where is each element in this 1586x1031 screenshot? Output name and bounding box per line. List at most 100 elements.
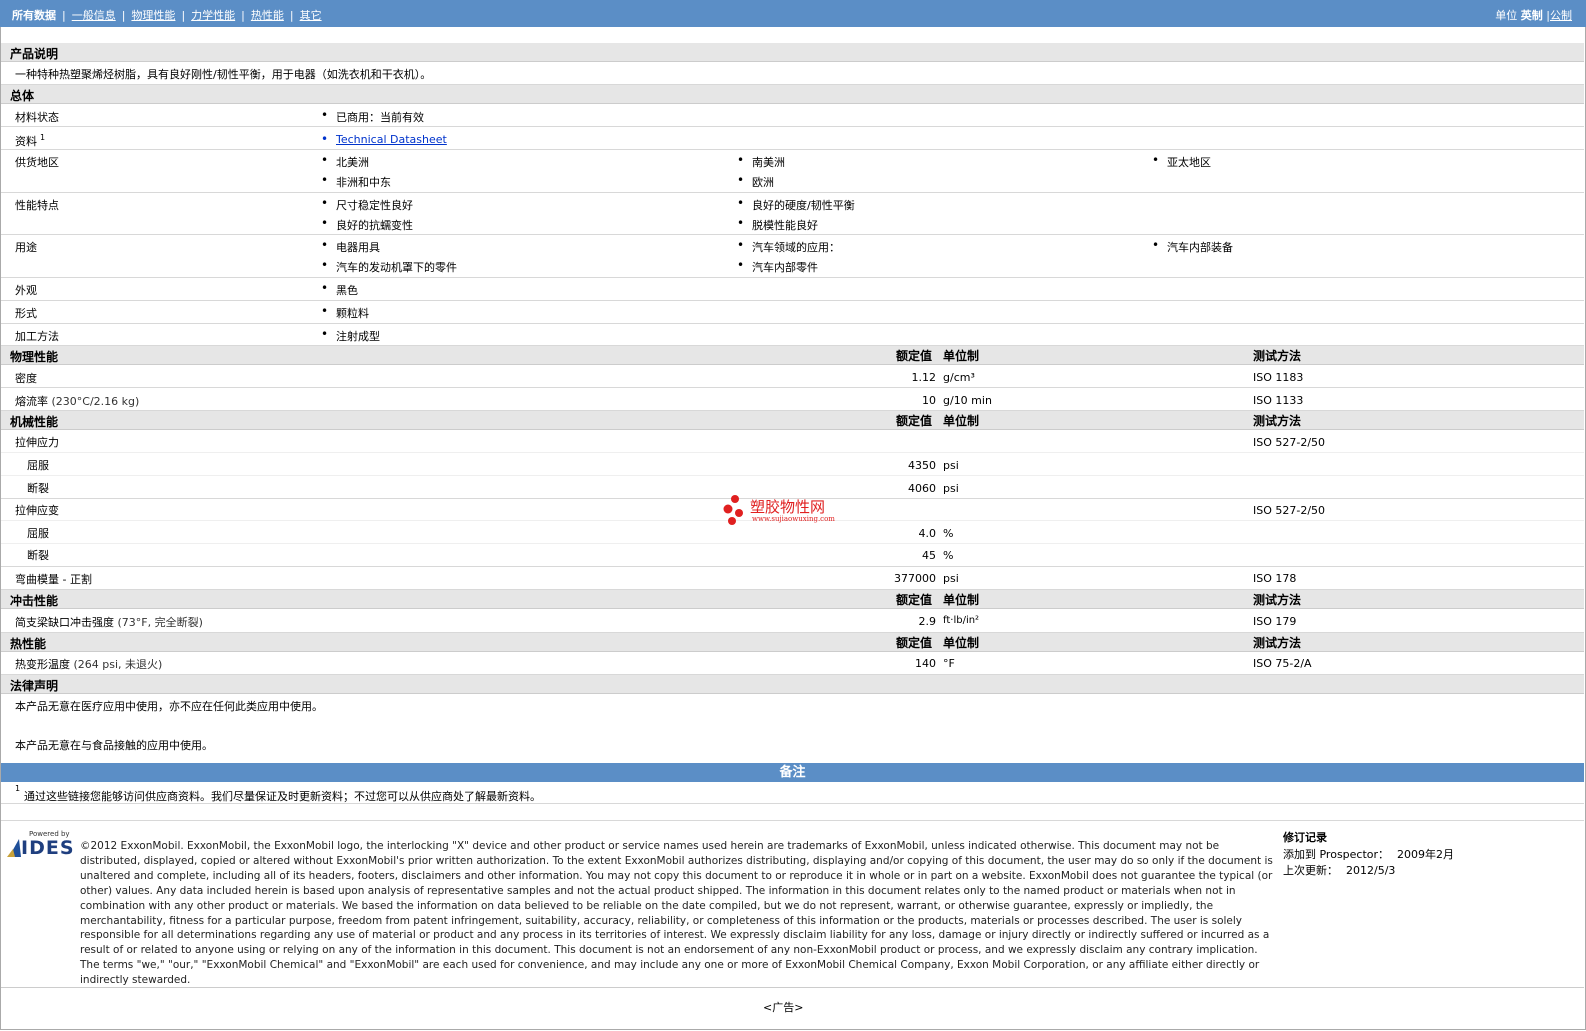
section-header-mechanical: 机械性能 额定值 单位制 测试方法 [1, 411, 1584, 430]
tab-mechanical[interactable]: 力学性能 [191, 9, 235, 22]
legal-body: 本产品无意在医疗应用中使用，亦不应在任何此类应用中使用。 本产品无意在与食品接触… [1, 694, 1584, 762]
table-row: 密度 1.12 g/cm³ ISO 1183 [1, 365, 1584, 388]
product-desc-row: 一种特种热塑聚烯烃树脂，具有良好刚性/韧性平衡，用于电器（如洗衣机和干衣机）。 [1, 62, 1584, 85]
tab-all-data[interactable]: 所有数据 [12, 9, 56, 22]
table-row: 屈服 4.0 % [1, 521, 1584, 544]
list-item: 尺寸稳定性良好 [321, 196, 413, 213]
list-item: 亚太地区 [1152, 153, 1211, 170]
list-item: 黑色 [321, 281, 358, 298]
property-sublabel: 断裂 [27, 482, 49, 495]
property-sublabel: 断裂 [27, 549, 49, 562]
list-item: 注射成型 [321, 327, 380, 344]
general-row-status: 材料状态 已商用：当前有效 [1, 104, 1584, 127]
unit-value: °F [943, 657, 955, 670]
section-header-general: 总体 [1, 85, 1584, 104]
units-label: 单位 [1495, 9, 1518, 22]
revision-updated-label: 上次更新： [1283, 864, 1338, 877]
section-title: 总体 [10, 89, 35, 103]
list-item: 汽车的发动机罩下的零件 [321, 258, 457, 275]
col-header-method: 测试方法 [1253, 636, 1302, 650]
section-tabs: 所有数据 | 一般信息 | 物理性能 | 力学性能 | 热性能 | 其它 [12, 7, 322, 23]
tab-physical[interactable]: 物理性能 [131, 9, 175, 22]
property-sublabel: 屈服 [27, 459, 49, 472]
list-item: 已商用：当前有效 [321, 108, 424, 125]
legal-line: 本产品无意在与食品接触的应用中使用。 [15, 739, 213, 752]
revision-added: 添加到 Prospector： 2009年2月 [1283, 846, 1454, 862]
watermark-title: 塑胶物性网 [750, 498, 826, 516]
technical-datasheet-link[interactable]: Technical Datasheet [321, 132, 447, 146]
col-header-nominal: 额定值 [896, 636, 933, 650]
list-item: 欧洲 [737, 173, 774, 190]
row-label: 供货地区 [15, 156, 59, 169]
tab-separator: | [62, 9, 66, 22]
nominal-value: 2.9 [918, 615, 937, 628]
property-label: 拉伸应变 [15, 504, 59, 517]
tab-general-info[interactable]: 一般信息 [72, 9, 116, 22]
table-row: 屈服 4350 psi [1, 453, 1584, 476]
test-method: ISO 527-2/50 [1253, 504, 1326, 517]
unit-value: g/cm³ [943, 371, 975, 384]
property-label: 弯曲模量 - 正割 [15, 573, 92, 586]
section-title: 产品说明 [10, 47, 59, 61]
property-label: 拉伸应力 [15, 436, 59, 449]
col-header-nominal: 额定值 [896, 593, 933, 607]
unit-value: psi [943, 482, 959, 495]
row-label: 外观 [15, 284, 37, 297]
tab-separator: | [241, 9, 245, 22]
list-item: 非洲和中东 [321, 173, 391, 190]
units-metric[interactable]: 公制 [1550, 9, 1572, 22]
unit-value: psi [943, 572, 959, 585]
tab-other[interactable]: 其它 [300, 9, 322, 22]
nominal-value: 1.12 [911, 371, 937, 384]
property-sublabel: 屈服 [27, 527, 49, 540]
general-row-regions: 供货地区 北美洲 南美洲 亚太地区 非洲和中东 欧洲 [1, 150, 1584, 193]
list-item: 电器用具 [321, 238, 380, 255]
col-header-unit: 单位制 [943, 414, 980, 428]
section-title: 热性能 [10, 637, 47, 651]
col-header-nominal: 额定值 [896, 349, 933, 363]
unit-value: ft·lb/in² [943, 615, 980, 626]
ad-label[interactable]: <广告> [763, 999, 803, 1015]
ides-brand: IDES [21, 837, 75, 859]
list-item: 颗粒料 [321, 304, 369, 321]
test-method: ISO 178 [1253, 572, 1297, 585]
revision-added-value: 2009年2月 [1397, 848, 1455, 861]
property-name: 简支梁缺口冲击强度 [15, 616, 114, 629]
list-item: 良好的抗蠕变性 [321, 216, 413, 233]
unit-value: % [943, 527, 954, 540]
table-row: 断裂 45 % [1, 544, 1584, 567]
col-header-nominal: 额定值 [896, 414, 933, 428]
col-header-method: 测试方法 [1253, 414, 1302, 428]
tab-separator: | [289, 9, 294, 22]
nominal-value: 4060 [908, 482, 936, 495]
list-item: 汽车内部装备 [1152, 238, 1233, 255]
row-label: 形式 [15, 307, 37, 320]
tab-separator: | [121, 9, 126, 22]
section-title: 机械性能 [10, 415, 59, 429]
row-label: 加工方法 [15, 330, 59, 343]
watermark-url: www.sujiaowuxing.com [752, 515, 835, 523]
col-header-unit: 单位制 [943, 593, 980, 607]
nominal-value: 4350 [908, 459, 936, 472]
legal-line: 本产品无意在医疗应用中使用，亦不应在任何此类应用中使用。 [15, 700, 323, 713]
section-title: 物理性能 [10, 350, 59, 364]
nominal-value: 377000 [894, 572, 936, 585]
col-header-unit: 单位制 [943, 349, 980, 363]
general-row-features: 性能特点 尺寸稳定性良好 良好的硬度/韧性平衡 良好的抗蠕变性 脱模性能良好 [1, 193, 1584, 235]
spacer-row [1, 804, 1584, 821]
section-header-physical: 物理性能 额定值 单位制 测试方法 [1, 346, 1584, 365]
row-label: 资料 1 [15, 133, 45, 149]
top-nav-bar: 所有数据 | 一般信息 | 物理性能 | 力学性能 | 热性能 | 其它 单位 英制 |公制 [0, 0, 1586, 27]
units-imperial[interactable]: 英制 [1521, 9, 1543, 22]
revision-added-label: 添加到 Prospector： [1283, 848, 1390, 861]
col-header-unit: 单位制 [943, 636, 980, 650]
tab-thermal[interactable]: 热性能 [251, 9, 284, 22]
test-method: ISO 179 [1253, 615, 1297, 628]
revision-title: 修订记录 [1283, 831, 1327, 844]
section-header-product-desc: 产品说明 [1, 43, 1584, 62]
row-label-text: 资料 [15, 135, 37, 148]
watermark-logo-icon [723, 495, 743, 525]
ides-logo: Powered by IDES [7, 830, 74, 861]
table-row: 简支梁缺口冲击强度 (73°F, 完全断裂) 2.9 ft·lb/in² ISO… [1, 609, 1584, 633]
general-row-datasheet: 资料1 Technical Datasheet [1, 127, 1584, 150]
